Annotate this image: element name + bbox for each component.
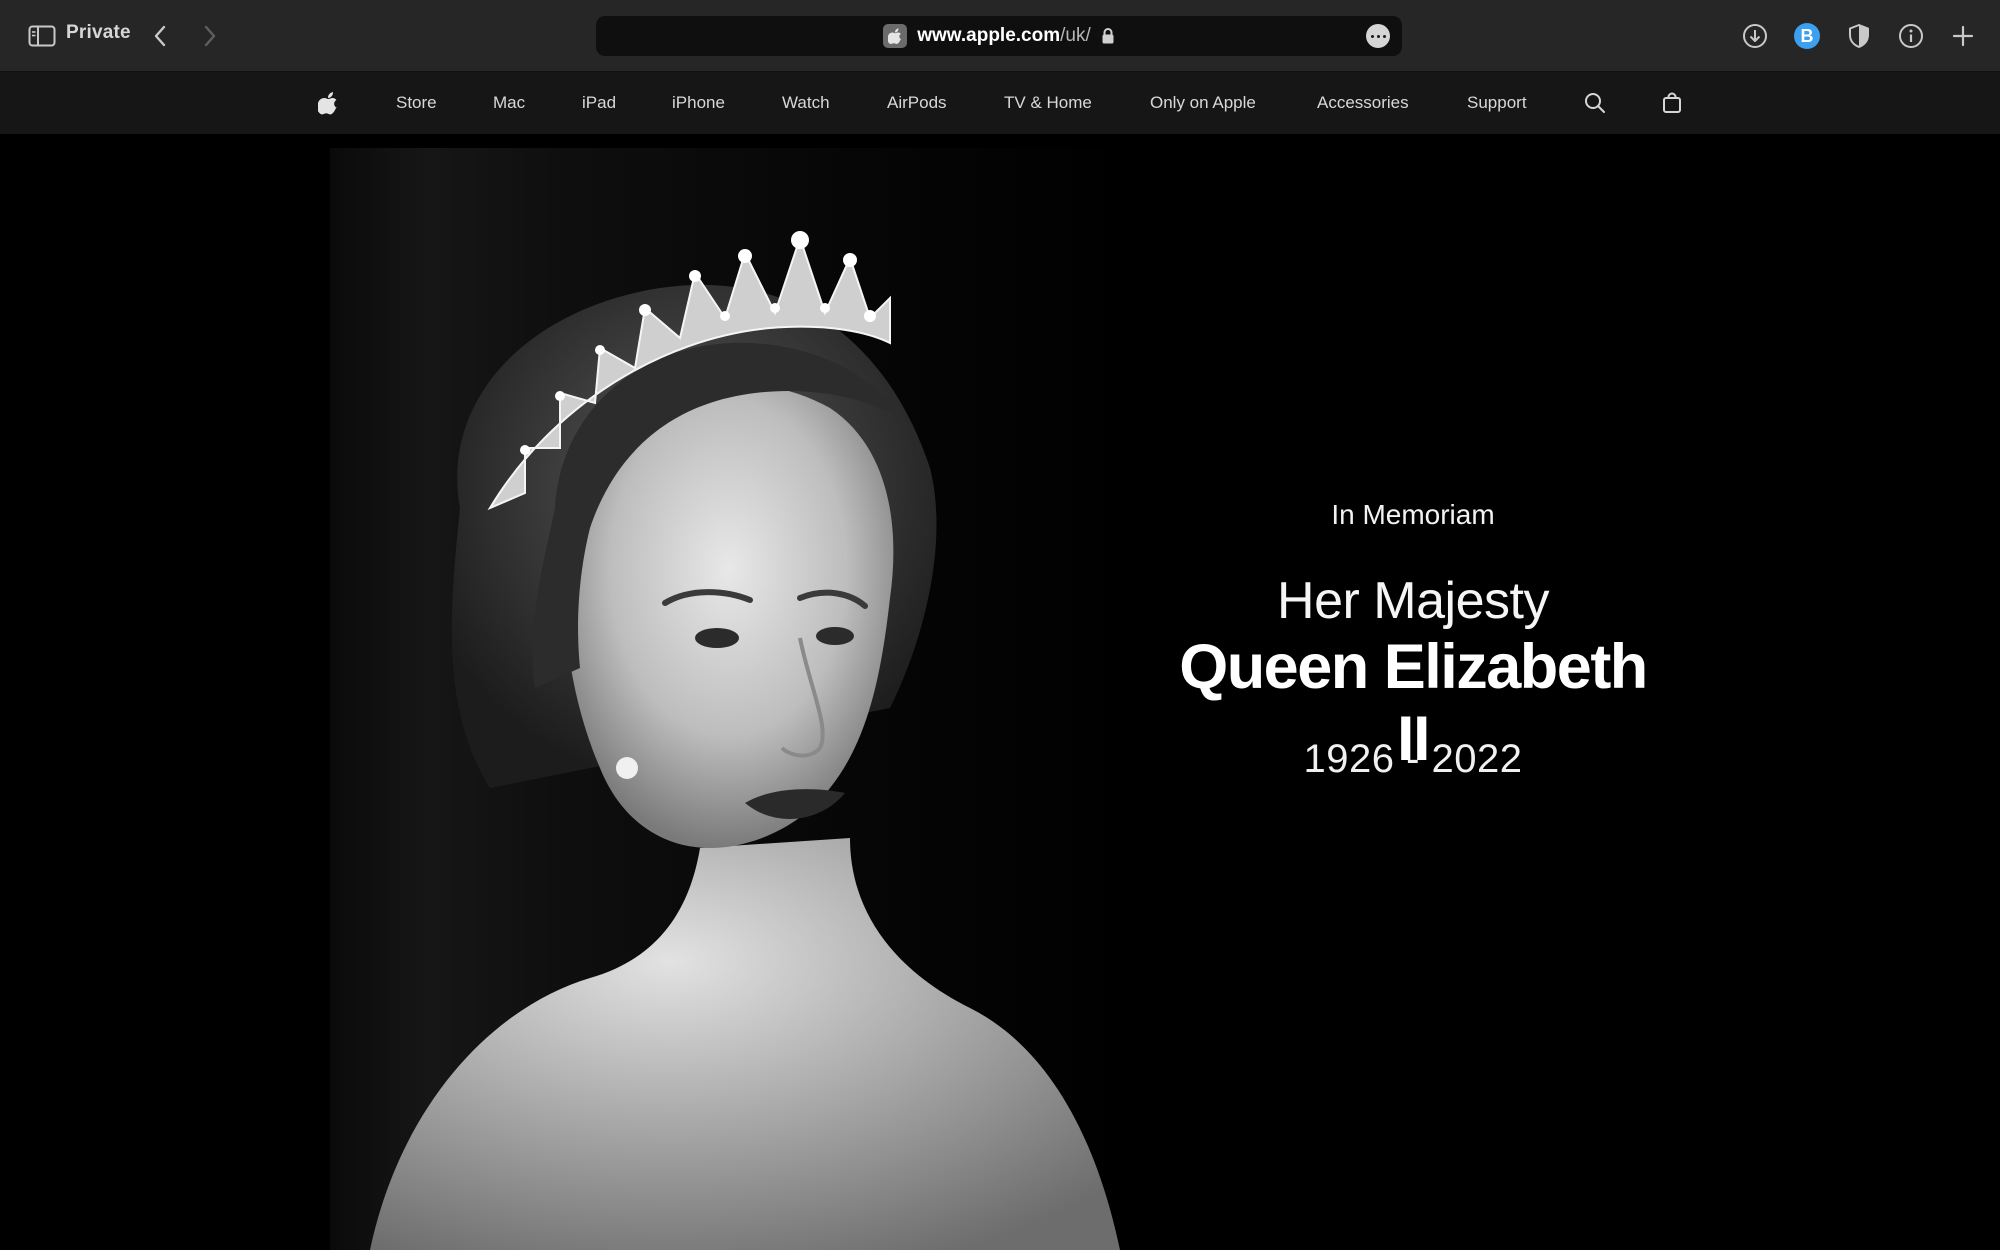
apple-logo-link[interactable] bbox=[316, 91, 340, 115]
nav-item-ipad[interactable]: iPad bbox=[582, 72, 616, 134]
nav-item-support[interactable]: Support bbox=[1467, 72, 1527, 134]
bag-button[interactable] bbox=[1660, 91, 1684, 115]
black-and-white-portrait bbox=[370, 231, 1120, 1250]
address-bar[interactable]: www.apple.com/uk/ bbox=[596, 16, 1402, 56]
nav-item-airpods[interactable]: AirPods bbox=[887, 72, 947, 134]
portrait-image bbox=[330, 148, 1140, 1250]
private-label: Private bbox=[66, 22, 131, 43]
nav-item-store[interactable]: Store bbox=[396, 72, 437, 134]
nav-item-tv-home[interactable]: TV & Home bbox=[1004, 72, 1092, 134]
download-icon bbox=[1743, 24, 1767, 48]
lifespan-years: 1926 - 2022 bbox=[1303, 737, 1523, 781]
apple-logo-icon bbox=[318, 92, 338, 115]
url-text: www.apple.com/uk/ bbox=[917, 25, 1091, 47]
url-host: www.apple.com bbox=[917, 25, 1061, 46]
nav-item-mac[interactable]: Mac bbox=[493, 72, 525, 134]
title-her-majesty: Her Majesty bbox=[1277, 572, 1549, 630]
search-button[interactable] bbox=[1583, 91, 1607, 115]
nav-item-watch[interactable]: Watch bbox=[782, 72, 830, 134]
nav-item-iphone[interactable]: iPhone bbox=[672, 72, 725, 134]
sidebar-icon bbox=[28, 25, 56, 47]
back-button[interactable] bbox=[142, 18, 178, 54]
chevron-right-icon bbox=[204, 25, 216, 47]
browser-toolbar: Private www.apple.com/uk/ B bbox=[0, 0, 2000, 72]
shield-icon bbox=[1849, 24, 1869, 48]
more-icon bbox=[1370, 34, 1374, 38]
forward-button[interactable] bbox=[192, 18, 228, 54]
plus-icon bbox=[1952, 25, 1974, 47]
search-icon bbox=[1585, 93, 1605, 113]
apple-global-nav: Store Mac iPad iPhone Watch AirPods TV &… bbox=[0, 72, 2000, 134]
lock-icon bbox=[1101, 27, 1115, 45]
page-menu-button[interactable] bbox=[1366, 24, 1390, 48]
info-icon bbox=[1899, 24, 1923, 48]
memorial-hero: In Memoriam Her Majesty Queen Elizabeth … bbox=[0, 134, 2000, 1250]
in-memoriam-eyebrow: In Memoriam bbox=[1331, 499, 1495, 530]
info-button[interactable] bbox=[1893, 18, 1929, 54]
chevron-left-icon bbox=[154, 25, 166, 47]
sidebar-toggle-button[interactable] bbox=[24, 18, 60, 54]
extension-button[interactable]: B bbox=[1789, 18, 1825, 54]
downloads-button[interactable] bbox=[1737, 18, 1773, 54]
new-tab-button[interactable] bbox=[1945, 18, 1981, 54]
apple-favicon-icon bbox=[883, 24, 908, 48]
privacy-report-button[interactable] bbox=[1841, 18, 1877, 54]
nav-item-only-on-apple[interactable]: Only on Apple bbox=[1150, 72, 1256, 134]
nav-item-accessories[interactable]: Accessories bbox=[1317, 72, 1409, 134]
profile-badge: B bbox=[1794, 23, 1820, 49]
bag-icon bbox=[1663, 92, 1681, 113]
url-path: /uk/ bbox=[1060, 25, 1091, 46]
